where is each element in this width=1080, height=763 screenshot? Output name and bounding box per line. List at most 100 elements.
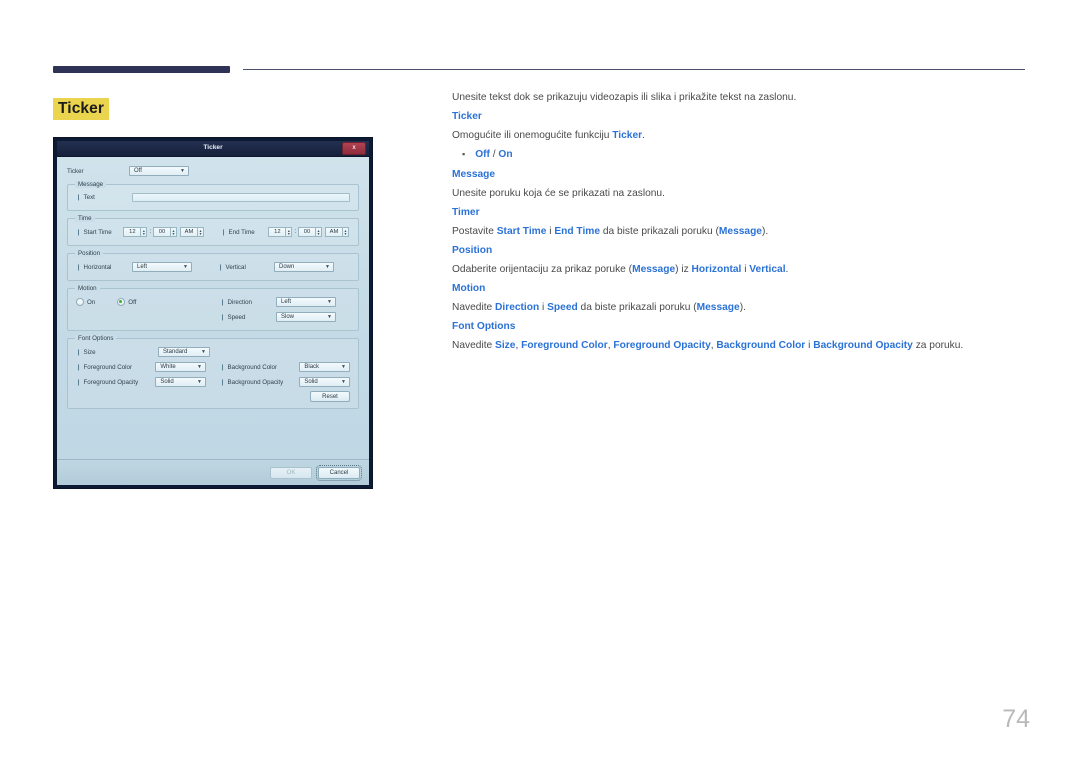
speed-label: Speed xyxy=(220,314,276,321)
foreground-opacity-select[interactable]: Solid ▼ xyxy=(155,377,206,387)
horizontal-select-value: Left xyxy=(137,264,148,270)
foreground-opacity-value: Solid xyxy=(160,379,174,385)
background-opacity-value: Solid xyxy=(304,379,318,385)
chevron-down-icon: ▼ xyxy=(327,314,332,320)
ticker-dialog-screenshot: Ticker x Ticker Off ▼ Message Text xyxy=(53,137,373,489)
heading-position: Position xyxy=(452,245,493,257)
motion-radio-on[interactable]: On xyxy=(76,298,95,306)
intro-text: Unesite tekst dok se prikazuju videozapi… xyxy=(452,92,797,103)
time-legend: Time xyxy=(75,215,95,222)
font-size-value: Standard xyxy=(163,349,188,355)
horizontal-select[interactable]: Left ▼ xyxy=(132,262,192,272)
timer-description: Postavite Start Time i End Time da biste… xyxy=(452,225,1030,237)
start-minute-value: 00 xyxy=(153,227,170,237)
stepper-arrows-icon[interactable]: ▴ ▾ xyxy=(170,227,177,237)
direction-select-value: Left xyxy=(281,299,292,305)
bullet-off-label: Off xyxy=(475,149,490,161)
direction-select[interactable]: Left ▼ xyxy=(276,297,336,307)
timer-mid2: da biste prikazali poruku ( xyxy=(600,225,719,237)
foreground-color-select[interactable]: White ▼ xyxy=(155,362,206,372)
message-legend: Message xyxy=(75,181,107,188)
position-bold-vertical: Vertical xyxy=(749,263,786,275)
motion-bold-message: Message xyxy=(696,301,740,313)
header-rule-thick xyxy=(53,66,230,73)
chevron-down-icon: ▼ xyxy=(341,364,346,370)
dialog-body: Ticker Off ▼ Message Text Time Start Tim… xyxy=(57,157,369,459)
motion-row-2: Speed Slow ▼ xyxy=(76,312,350,322)
foreground-opacity-row: Foreground Opacity Solid ▼ Background Op… xyxy=(76,377,350,387)
ticker-description: Omogućite ili onemogućite funkciju Ticke… xyxy=(452,130,1030,142)
vertical-select[interactable]: Down ▼ xyxy=(274,262,334,272)
font-bold-bg-color: Background Color xyxy=(716,339,806,351)
background-color-label: Background Color xyxy=(220,364,299,371)
radio-icon-selected xyxy=(117,298,126,306)
background-opacity-select[interactable]: Solid ▼ xyxy=(299,377,350,387)
stepper-arrows-icon[interactable]: ▴ ▾ xyxy=(140,227,148,237)
stepper-arrows-icon[interactable]: ▴ ▾ xyxy=(342,227,349,237)
time-group: Time Start Time 12 ▴▾ : 00 ▴▾ AM ▴▾ xyxy=(67,215,359,246)
message-text-label: Text xyxy=(76,194,132,201)
close-icon[interactable]: x xyxy=(342,142,366,155)
stepper-arrows-icon[interactable]: ▴ ▾ xyxy=(315,227,322,237)
font-bold-fg-opacity: Foreground Opacity xyxy=(613,339,711,351)
position-bold-horizontal: Horizontal xyxy=(691,263,742,275)
motion-pre: Navedite xyxy=(452,301,496,313)
background-color-select[interactable]: Black ▼ xyxy=(299,362,350,372)
end-meridiem-stepper[interactable]: AM ▴ ▾ xyxy=(325,227,349,237)
chevron-down-icon: ▼ xyxy=(341,379,346,385)
font-size-row: Size Standard ▼ xyxy=(76,347,350,357)
position-mid: ) iz xyxy=(675,263,692,275)
ticker-desc-bold: Ticker xyxy=(612,130,643,142)
ticker-select[interactable]: Off ▼ xyxy=(129,166,189,176)
motion-legend: Motion xyxy=(75,285,100,292)
reset-button[interactable]: Reset xyxy=(310,391,350,402)
ticker-desc-pre: Omogućite ili onemogućite funkciju xyxy=(452,130,613,142)
end-minute-stepper[interactable]: 00 ▴ ▾ xyxy=(298,227,322,237)
position-description: Odaberite orijentaciju za prikaz poruke … xyxy=(452,263,1030,275)
vertical-select-value: Down xyxy=(279,264,295,270)
start-hour-value: 12 xyxy=(123,227,141,237)
chevron-down-icon: ▼ xyxy=(197,364,202,370)
motion-post: ). xyxy=(739,301,746,313)
font-bold-fg-color: Foreground Color xyxy=(521,339,608,351)
cancel-button[interactable]: Cancel xyxy=(316,464,362,481)
position-group: Position Horizontal Left ▼ Vertical Down… xyxy=(67,250,359,281)
font-options-legend: Font Options xyxy=(75,335,117,342)
start-time-label: Start Time xyxy=(76,229,123,236)
font-pre: Navedite xyxy=(452,339,496,351)
stepper-arrows-icon[interactable]: ▴ ▾ xyxy=(285,227,293,237)
vertical-label: Vertical xyxy=(218,264,274,271)
dialog-footer: OK Cancel xyxy=(57,459,369,485)
start-meridiem-stepper[interactable]: AM ▴ ▾ xyxy=(180,227,204,237)
bullet-on-label: On xyxy=(498,149,513,161)
font-size-label: Size xyxy=(76,349,158,356)
chevron-down-icon: ▼ xyxy=(183,264,188,270)
font-post: za poruku. xyxy=(912,339,964,351)
message-description: Unesite poruku koja će se prikazati na z… xyxy=(452,187,665,199)
foreground-color-row: Foreground Color White ▼ Background Colo… xyxy=(76,362,350,372)
motion-radio-group: On Off xyxy=(76,298,194,306)
start-minute-stepper[interactable]: 00 ▴ ▾ xyxy=(153,227,177,237)
motion-off-label: Off xyxy=(128,298,137,306)
heading-timer: Timer xyxy=(452,206,480,218)
font-size-select[interactable]: Standard ▼ xyxy=(158,347,210,357)
end-meridiem-value: AM xyxy=(325,227,342,237)
start-hour-stepper[interactable]: 12 ▴ ▾ xyxy=(123,227,148,237)
end-hour-stepper[interactable]: 12 ▴ ▾ xyxy=(268,227,293,237)
radio-icon xyxy=(76,298,84,306)
motion-on-label: On xyxy=(87,298,96,306)
timer-bold-start-time: Start Time xyxy=(496,225,547,237)
dialog-titlebar: Ticker x xyxy=(57,141,369,157)
ticker-select-value: Off xyxy=(134,168,142,174)
message-group: Message Text xyxy=(67,181,359,211)
dialog-window: Ticker x Ticker Off ▼ Message Text xyxy=(57,141,369,485)
timer-bold-end-time: End Time xyxy=(554,225,600,237)
message-text-input[interactable] xyxy=(132,193,350,202)
stepper-arrows-icon[interactable]: ▴ ▾ xyxy=(197,227,204,237)
speed-select[interactable]: Slow ▼ xyxy=(276,312,336,322)
motion-radio-off[interactable]: Off xyxy=(117,298,136,306)
timer-post: ). xyxy=(761,225,769,237)
ok-button[interactable]: OK xyxy=(270,466,312,479)
position-legend: Position xyxy=(75,250,104,257)
font-bold-bg-opacity: Background Opacity xyxy=(813,339,913,351)
